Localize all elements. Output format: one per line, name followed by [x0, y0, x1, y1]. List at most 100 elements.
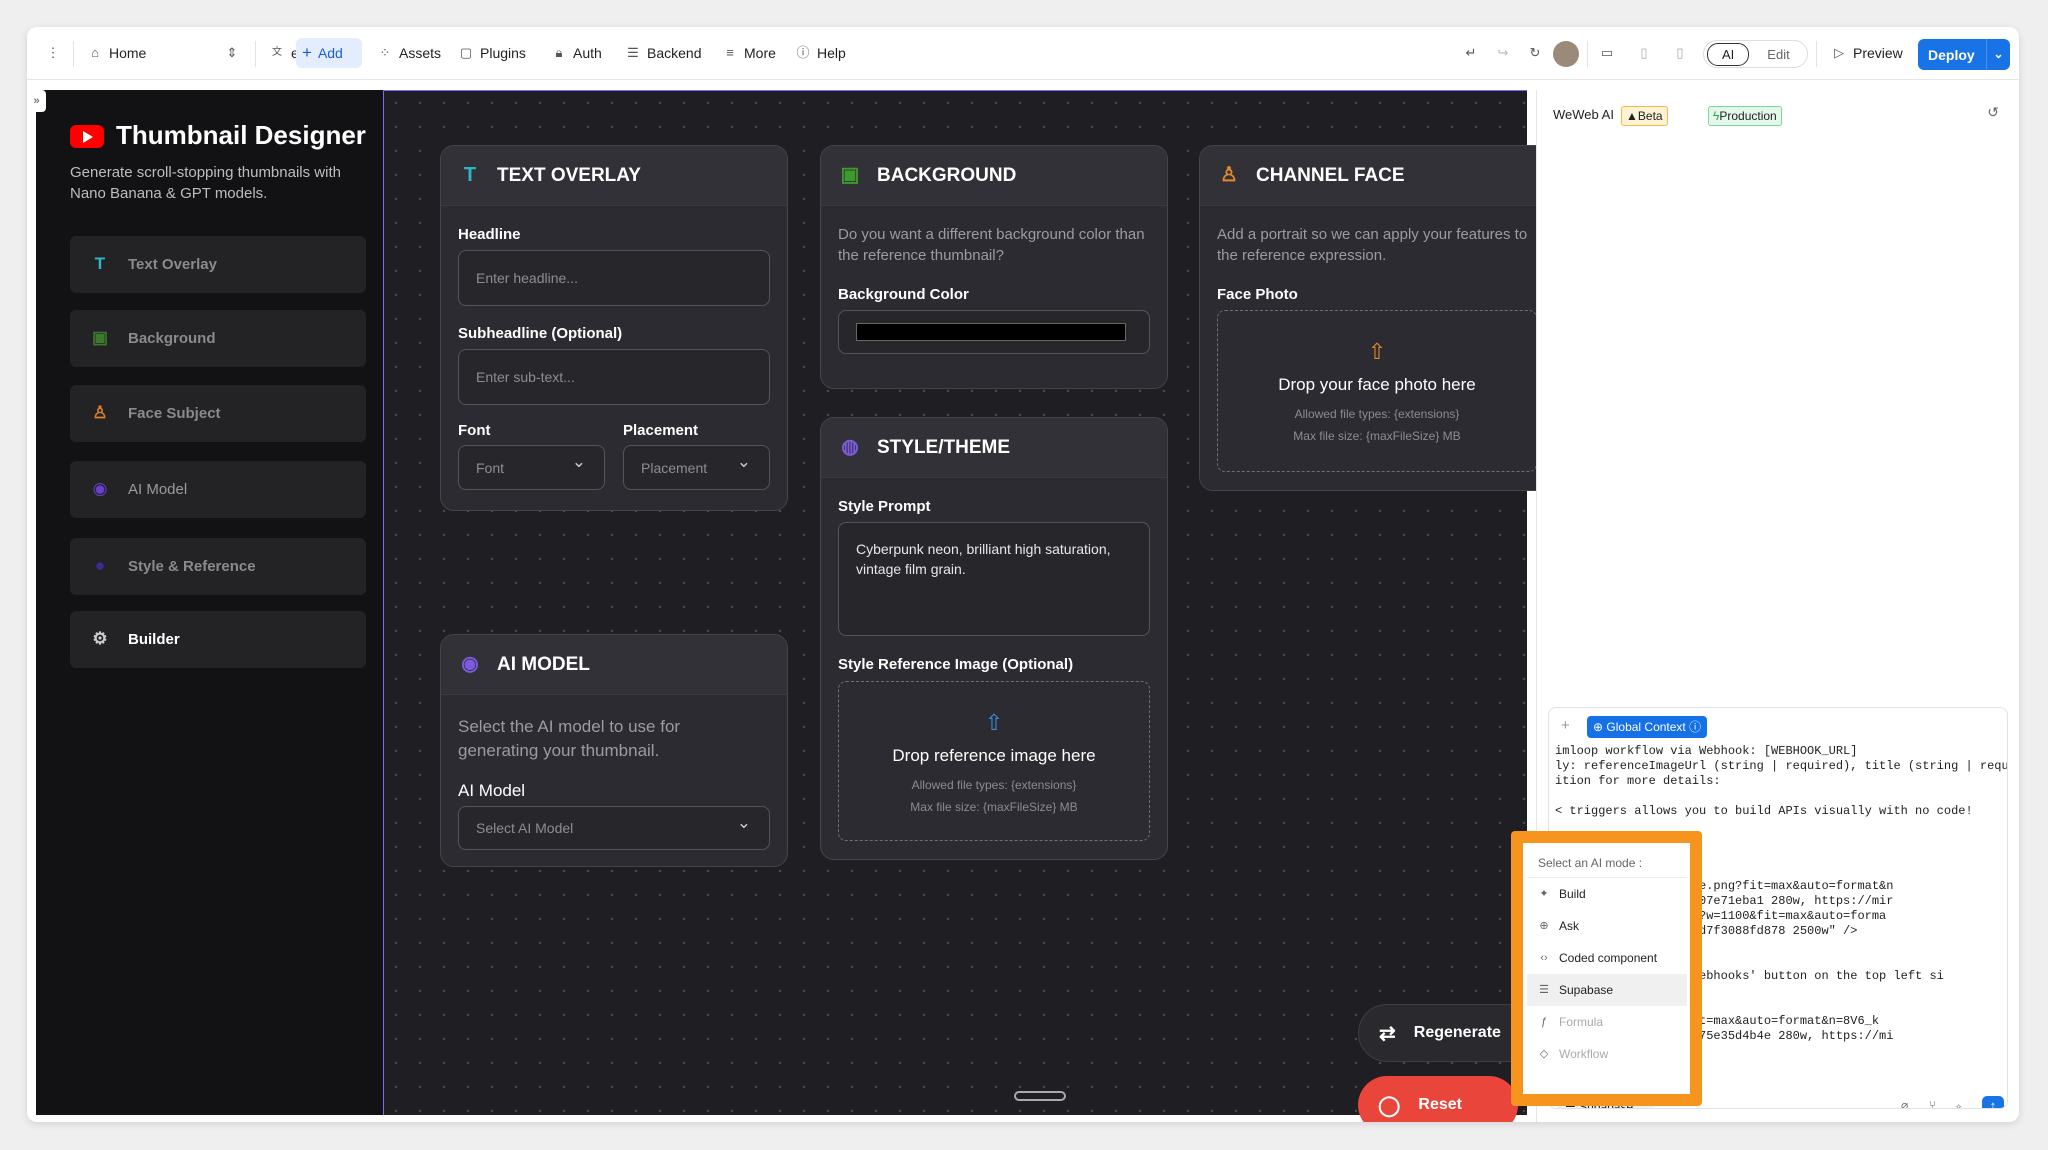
- assets-button[interactable]: ⁘ Assets: [371, 38, 447, 68]
- undo-button[interactable]: ↵: [1457, 38, 1485, 68]
- font-label: Font: [458, 422, 491, 439]
- card-title: STYLE/THEME: [877, 436, 1011, 458]
- face-photo-dropzone[interactable]: ⇧ Drop your face photo here Allowed file…: [1217, 310, 1537, 472]
- undo-icon: ↵: [1465, 45, 1477, 60]
- image-icon: ▣: [840, 164, 860, 186]
- brain-icon: ◉: [92, 479, 108, 498]
- regenerate-label: Regenerate: [1413, 1024, 1501, 1041]
- placement-select[interactable]: Placement: [623, 445, 770, 490]
- sidebar-item-label: Style & Reference: [128, 558, 256, 575]
- auth-button[interactable]: 🔒︎ Auth: [545, 38, 608, 68]
- help-label: Help: [817, 45, 846, 61]
- max-size-text: Max file size: {maxFileSize} MB: [1293, 429, 1461, 443]
- sidebar-item-style-reference[interactable]: ● Style & Reference: [70, 538, 366, 595]
- sparkle-icon[interactable]: ✧: [1955, 1099, 1962, 1108]
- ai-mode-coded-component[interactable]: ‹› Coded component: [1527, 942, 1687, 974]
- mode-ai-option[interactable]: AI: [1707, 42, 1750, 66]
- background-color-picker[interactable]: [838, 310, 1150, 354]
- ai-mode-menu: Select an AI mode : ✦ Build ⊕ Ask ‹› Coded …: [1527, 848, 1687, 1070]
- card-header: ▣ BACKGROUND: [821, 146, 1167, 206]
- refresh-button[interactable]: ↻: [1521, 38, 1549, 68]
- resize-handle[interactable]: [1014, 1091, 1066, 1101]
- kebab-icon: ⋮: [46, 45, 60, 60]
- plus-icon[interactable]: +: [1561, 717, 1570, 734]
- sidebar-item-builder[interactable]: ⚙ Builder: [70, 611, 366, 668]
- background-card: ▣ BACKGROUND Do you want a different back…: [820, 145, 1168, 389]
- add-button[interactable]: + Add: [296, 38, 362, 68]
- global-context-label: Global Context: [1606, 720, 1686, 734]
- chevron-down-icon[interactable]: ⌄: [1986, 39, 2010, 70]
- app-title: Thumbnail Designer: [116, 120, 366, 150]
- ai-model-placeholder: Select AI Model: [476, 820, 574, 836]
- code-icon: ‹›: [1540, 952, 1548, 964]
- desktop-view-button[interactable]: ▭: [1593, 38, 1621, 68]
- preview-button[interactable]: ▷ Preview: [1825, 38, 1909, 68]
- plugins-button[interactable]: ▢ Plugins: [452, 38, 532, 68]
- page-selector[interactable]: ⌂ Home ⇕: [81, 38, 246, 68]
- avatar[interactable]: [1553, 41, 1579, 67]
- attach-icon[interactable]: ⌀: [1901, 1099, 1908, 1108]
- divider: [255, 41, 256, 67]
- more-button[interactable]: ≡ More: [716, 38, 782, 68]
- menu-dots-button[interactable]: ⋮: [39, 38, 67, 68]
- production-badge: ϟProduction: [1708, 106, 1782, 126]
- desktop-icon: ▭: [1600, 45, 1614, 60]
- style-prompt-textarea[interactable]: Cyberpunk neon, brilliant high saturatio…: [838, 522, 1150, 636]
- card-title: CHANNEL FACE: [1256, 164, 1405, 186]
- sidebar-item-ai-model[interactable]: ◉ AI Model: [70, 461, 366, 518]
- card-title: AI MODEL: [497, 653, 590, 675]
- ai-mode-ask[interactable]: ⊕ Ask: [1527, 910, 1687, 942]
- style-prompt-label: Style Prompt: [838, 498, 931, 515]
- chat-line: < triggers allows you to build APIs visu…: [1555, 804, 1973, 818]
- sidebar-item-label: Background: [128, 330, 216, 347]
- font-select[interactable]: Font: [458, 445, 605, 490]
- face-photo-label: Face Photo: [1217, 286, 1298, 303]
- redo-button[interactable]: ↪: [1489, 38, 1517, 68]
- mode-edit-option[interactable]: Edit: [1753, 44, 1803, 65]
- global-context-chip[interactable]: ⊕ Global Context ⓘ: [1587, 716, 1708, 738]
- card-title: TEXT OVERLAY: [497, 164, 641, 186]
- help-button[interactable]: ⓘ Help: [789, 38, 852, 68]
- mode-toggle[interactable]: AI Edit: [1703, 40, 1808, 68]
- ai-mode-build[interactable]: ✦ Build: [1527, 878, 1687, 910]
- card-title: BACKGROUND: [877, 164, 1017, 186]
- sidebar-item-face-subject[interactable]: ♙ Face Subject: [70, 385, 366, 442]
- sidebar-item-text-overlay[interactable]: T Text Overlay: [70, 236, 366, 293]
- style-theme-card: ◍ STYLE/THEME Style Prompt Cyberpunk neon…: [820, 417, 1168, 860]
- chat-line: ly: referenceImageUrl (string | required…: [1555, 759, 2008, 773]
- placement-label: Placement: [623, 422, 699, 439]
- more-label: More: [744, 45, 776, 61]
- card-header: ♙ CHANNEL FACE: [1200, 146, 1538, 206]
- allowed-types-text: Allowed file types: {extensions}: [1294, 407, 1460, 421]
- ai-model-select[interactable]: Select AI Model: [458, 806, 770, 850]
- swap-icon: ⇄: [1379, 1022, 1396, 1045]
- deploy-button[interactable]: Deploy ⌄: [1918, 39, 2010, 70]
- reset-button[interactable]: ◯ Reset: [1358, 1076, 1518, 1122]
- ai-mode-workflow[interactable]: ◇ Workflow: [1527, 1038, 1687, 1070]
- style-reference-dropzone[interactable]: ⇧ Drop reference image here Allowed file…: [838, 681, 1150, 841]
- tablet-view-button[interactable]: ▯: [1630, 38, 1658, 68]
- backend-button[interactable]: ☰ Backend: [619, 38, 707, 68]
- card-header: ◉ AI MODEL: [441, 635, 787, 695]
- mobile-icon: ▯: [1676, 45, 1684, 60]
- send-button[interactable]: ↑: [1982, 1096, 2004, 1108]
- history-icon[interactable]: ↺: [1987, 104, 1999, 121]
- sidebar-item-label: Builder: [128, 631, 180, 648]
- help-icon: ⓘ: [1685, 720, 1702, 734]
- mobile-view-button[interactable]: ▯: [1666, 38, 1694, 68]
- assets-label: Assets: [399, 45, 442, 61]
- headline-input[interactable]: Enter headline...: [458, 250, 770, 306]
- sidebar-item-background[interactable]: ▣ Background: [70, 310, 366, 367]
- style-prompt-value: Cyberpunk neon, brilliant high saturatio…: [856, 541, 1111, 577]
- placement-value: Placement: [641, 459, 708, 476]
- variable-icon[interactable]: ⑂: [1929, 1099, 1936, 1108]
- ai-mode-label: Coded component: [1559, 951, 1658, 965]
- tablet-icon: ▯: [1640, 45, 1648, 60]
- dropzone-hint: Allowed file types: {extensions} Max file…: [1218, 403, 1536, 447]
- ai-mode-formula[interactable]: ƒ Formula: [1527, 1006, 1687, 1038]
- subheadline-input[interactable]: Enter sub-text...: [458, 349, 770, 405]
- expand-sidebar-button[interactable]: »: [27, 90, 46, 112]
- ai-mode-supabase[interactable]: ☰ Supabase: [1527, 974, 1687, 1006]
- font-value: Font: [476, 459, 505, 476]
- upload-icon: ⇧: [1367, 339, 1387, 364]
